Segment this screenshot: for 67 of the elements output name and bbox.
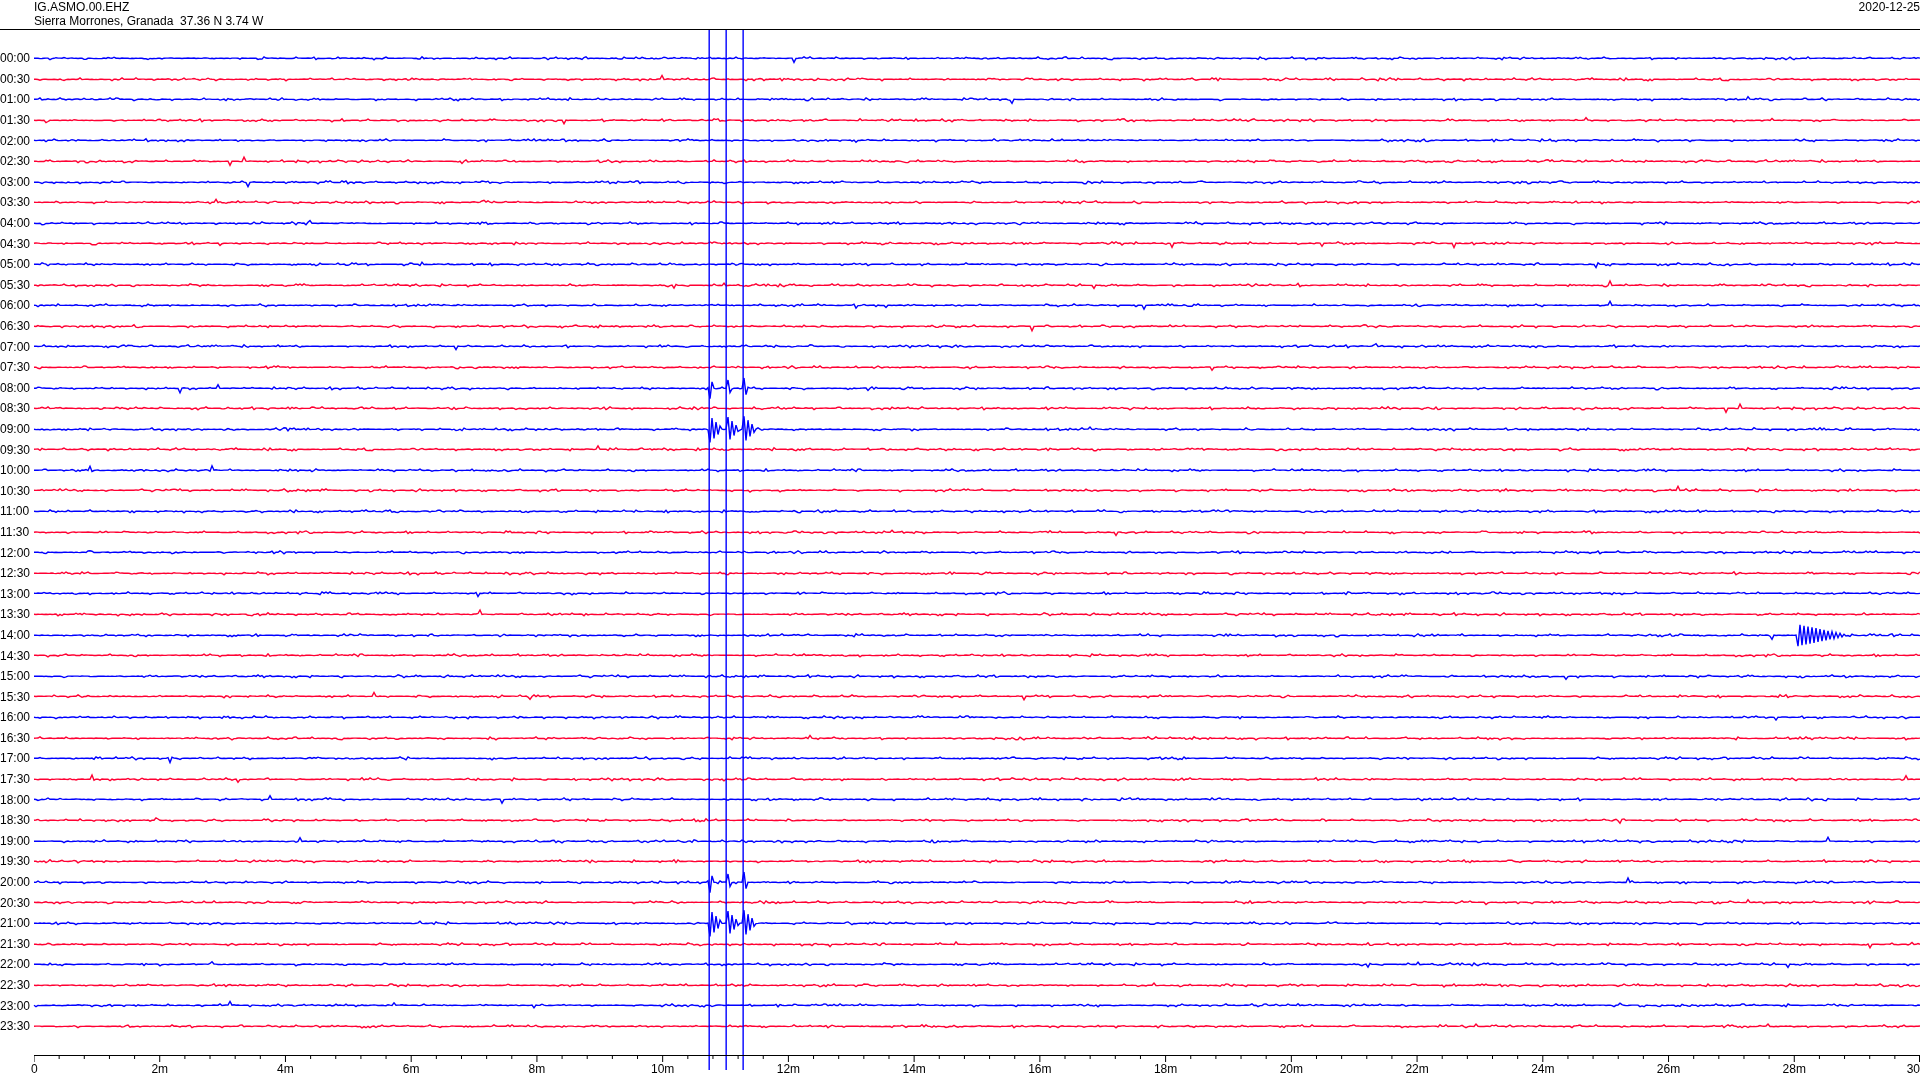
row-time-label: 15:30 <box>0 690 32 703</box>
row-time-label: 07:30 <box>0 361 32 374</box>
row-time-label: 13:00 <box>0 587 32 600</box>
row-time-label: 02:30 <box>0 155 32 168</box>
row-time-label: 15:00 <box>0 670 32 683</box>
row-time-label: 11:00 <box>0 505 31 518</box>
row-time-label: 22:00 <box>0 958 32 971</box>
row-time-label: 01:30 <box>0 114 32 127</box>
row-time-label: 18:30 <box>0 814 32 827</box>
row-time-label: 12:30 <box>0 567 32 580</box>
row-time-label: 04:00 <box>0 217 32 230</box>
row-time-label: 17:30 <box>0 773 32 786</box>
row-time-label: 18:00 <box>0 793 32 806</box>
row-time-label: 16:00 <box>0 711 32 724</box>
row-time-label: 17:00 <box>0 752 32 765</box>
row-time-label: 08:00 <box>0 381 32 394</box>
row-time-label: 03:30 <box>0 196 32 209</box>
row-time-label: 19:30 <box>0 855 32 868</box>
row-time-label: 06:00 <box>0 299 32 312</box>
row-time-label: 05:30 <box>0 278 32 291</box>
row-time-label: 04:30 <box>0 237 32 250</box>
axis-tick-label: 0 <box>31 1061 38 1076</box>
row-time-label: 23:00 <box>0 999 32 1012</box>
row-time-label: 11:30 <box>0 525 31 538</box>
axis-tick-label: 12m <box>776 1061 801 1076</box>
row-time-label: 07:00 <box>0 340 32 353</box>
row-time-label: 22:30 <box>0 979 32 991</box>
row-time-label: 21:00 <box>0 917 32 930</box>
plot-date: 2020-12-25 <box>1858 0 1920 16</box>
row-time-label: 13:30 <box>0 608 32 621</box>
row-time-label: 23:30 <box>0 1020 32 1033</box>
axis-tick-label: 18m <box>1153 1061 1178 1076</box>
axis-tick-label: 2m <box>151 1061 169 1076</box>
row-time-label: 08:30 <box>0 402 32 415</box>
row-time-label: 14:00 <box>0 628 32 641</box>
row-time-label: 20:00 <box>0 876 32 889</box>
axis-tick-label: 8m <box>528 1061 546 1076</box>
axis-tick-label: 28m <box>1782 1061 1806 1076</box>
row-time-label: 00:30 <box>0 72 32 85</box>
axis-tick-label: 4m <box>277 1061 294 1076</box>
axis-tick-label: 10m <box>651 1061 675 1076</box>
axis-tick-label: 30 <box>1906 1061 1920 1076</box>
axis-tick-label: 20m <box>1279 1061 1303 1076</box>
row-time-label: 20:30 <box>0 896 32 909</box>
row-time-label: 02:00 <box>0 134 32 147</box>
axis-tick-label: 6m <box>402 1061 420 1076</box>
row-time-label: 06:30 <box>0 320 32 332</box>
row-time-label: 00:00 <box>0 52 32 65</box>
axis-tick-label: 24m <box>1531 1061 1555 1076</box>
row-time-label: 05:00 <box>0 258 32 271</box>
row-time-label: 14:30 <box>0 649 32 662</box>
axis-tick-label: 14m <box>902 1061 926 1076</box>
row-time-label: 21:30 <box>0 937 32 950</box>
row-time-label: 03:00 <box>0 175 32 188</box>
row-time-label: 10:30 <box>0 484 32 497</box>
axis-tick-label: 22m <box>1405 1061 1429 1076</box>
row-time-label: 09:30 <box>0 443 32 456</box>
station-code: IG.ASMO.00.EHZ <box>34 0 131 14</box>
axis-tick-label: 26m <box>1656 1061 1681 1076</box>
row-time-label: 09:00 <box>0 423 32 435</box>
row-time-label: 10:00 <box>0 464 32 477</box>
row-time-label: 12:00 <box>0 546 32 559</box>
axis-tick-label: 16m <box>1028 1061 1052 1076</box>
station-location: Sierra Morrones, Granada 37.36 N 3.74 W <box>34 14 264 28</box>
row-time-label: 01:00 <box>0 93 32 106</box>
row-time-label: 16:30 <box>0 731 32 744</box>
row-time-label: 19:00 <box>0 834 32 847</box>
